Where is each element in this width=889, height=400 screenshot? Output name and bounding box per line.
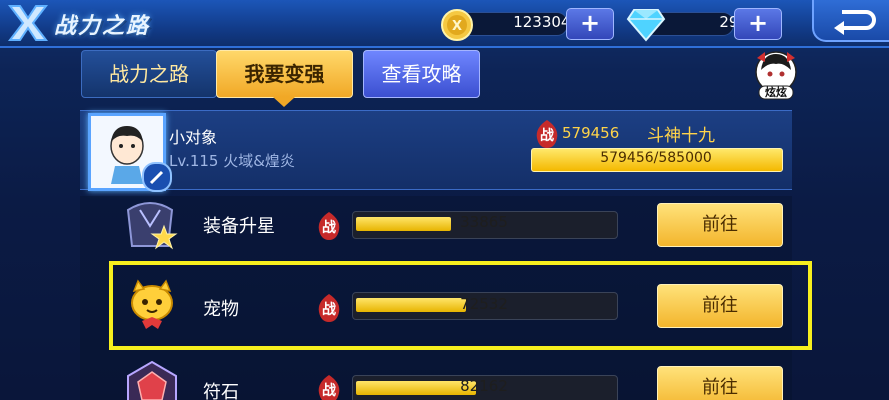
equipment-star-icon [126, 202, 178, 250]
pen-icon [149, 170, 164, 185]
item-label-rune: 符石 [203, 382, 239, 400]
go-button-rune[interactable]: 前往 [657, 366, 783, 400]
item-power-value-rune: 82162 [460, 377, 508, 395]
svg-text:X: X [452, 19, 462, 34]
helper-character-icon[interactable]: 炫炫 [753, 50, 799, 100]
page-title: 战力之路 [54, 14, 151, 39]
tab-power-road[interactable]: 战力之路 [81, 50, 217, 98]
power-badge-icon: 战 [317, 294, 341, 322]
power-badge-icon: 战 [317, 212, 341, 240]
player-level: Lv.115 火域&煌炎 [169, 152, 295, 170]
tab-get-stronger[interactable]: 我要变强 [216, 50, 353, 107]
pet-icon [131, 279, 173, 329]
diamond-icon [626, 9, 666, 42]
gold-counter: X 1233043 + [440, 8, 614, 41]
power-badge-icon: 战 [535, 120, 559, 148]
power-badge-icon: 战 [317, 375, 341, 400]
back-arrow-icon [834, 10, 876, 35]
power-progress-text: 579456/585000 [600, 150, 712, 166]
item-label-equipment: 装备升星 [203, 216, 275, 237]
rune-stone-icon [127, 360, 177, 400]
item-power-value-pet: 72532 [460, 295, 508, 313]
item-label-pet: 宠物 [203, 299, 239, 320]
tab-view-guide[interactable]: 查看攻略 [363, 50, 480, 98]
top-bar: 战力之路 X 1233043 + 290 + [0, 0, 889, 48]
diamond-counter: 290 + [626, 8, 782, 42]
go-button-pet[interactable]: 前往 [657, 284, 783, 328]
add-diamond-button[interactable]: + [734, 8, 782, 40]
gold-coin-icon: X [441, 9, 473, 41]
svg-text:炫炫: 炫炫 [765, 85, 787, 99]
back-button[interactable] [812, 0, 889, 42]
add-gold-button[interactable]: + [566, 8, 614, 40]
avatar-edit-badge[interactable] [142, 162, 172, 192]
player-power: 579456 [562, 124, 620, 142]
screen: { "header": { "title": "战力之路" }, "resour… [0, 0, 889, 400]
player-name: 小对象 [169, 128, 218, 147]
power-rank-title: 斗神十九 [647, 126, 715, 146]
item-power-value-equipment: 33865 [460, 213, 508, 231]
go-button-equipment[interactable]: 前往 [657, 203, 783, 247]
x-logo-icon [7, 5, 49, 41]
